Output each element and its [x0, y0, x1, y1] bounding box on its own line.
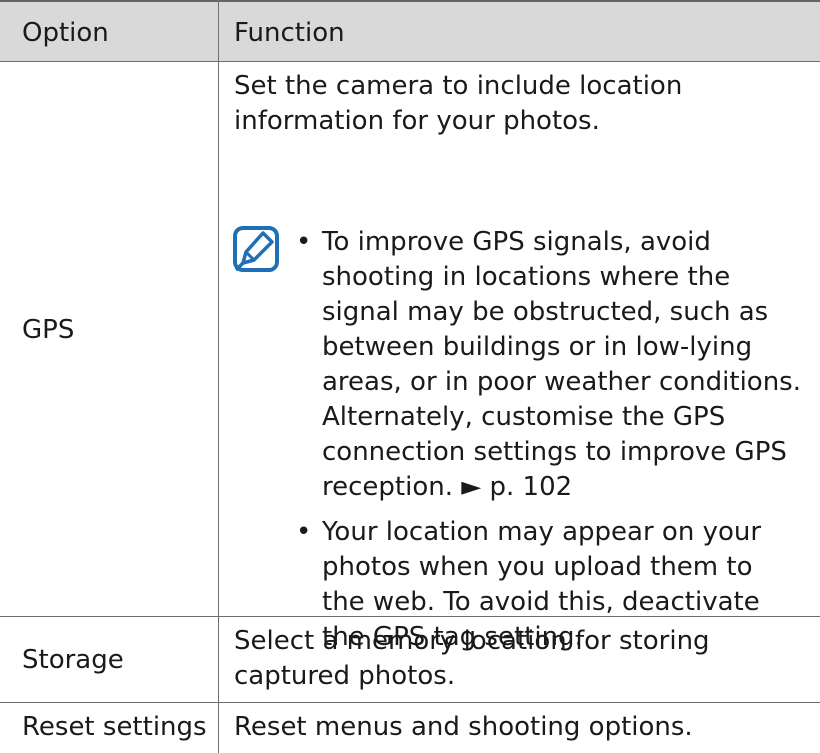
list-item: • To improve GPS signals, avoid shooting…	[296, 225, 801, 505]
table-row-storage: Storage Select a memory location for sto…	[0, 617, 820, 703]
bullet-dot: •	[296, 227, 312, 257]
bullet-dot: •	[296, 517, 312, 547]
function-reset-settings: Reset menus and shooting options.	[234, 712, 693, 742]
table-row-gps: GPS Set the camera to include location i…	[0, 62, 820, 652]
option-reset-settings: Reset settings	[22, 712, 207, 742]
table-header-row: Option Function	[0, 0, 820, 62]
function-storage: Select a memory location for storing cap…	[234, 626, 710, 691]
option-storage: Storage	[22, 645, 124, 675]
gps-note-list: • To improve GPS signals, avoid shooting…	[296, 225, 801, 665]
table-row-reset: Reset settings Reset menus and shooting …	[0, 703, 820, 753]
header-function: Function	[234, 18, 345, 48]
options-table: Option Function GPS Set the camera to in…	[0, 0, 820, 753]
note-pencil-icon	[232, 225, 280, 273]
option-gps: GPS	[22, 315, 75, 345]
column-divider	[218, 0, 219, 753]
gps-note-1: To improve GPS signals, avoid shooting i…	[322, 227, 801, 502]
header-option: Option	[22, 18, 109, 48]
function-gps: Set the camera to include location infor…	[234, 71, 683, 136]
